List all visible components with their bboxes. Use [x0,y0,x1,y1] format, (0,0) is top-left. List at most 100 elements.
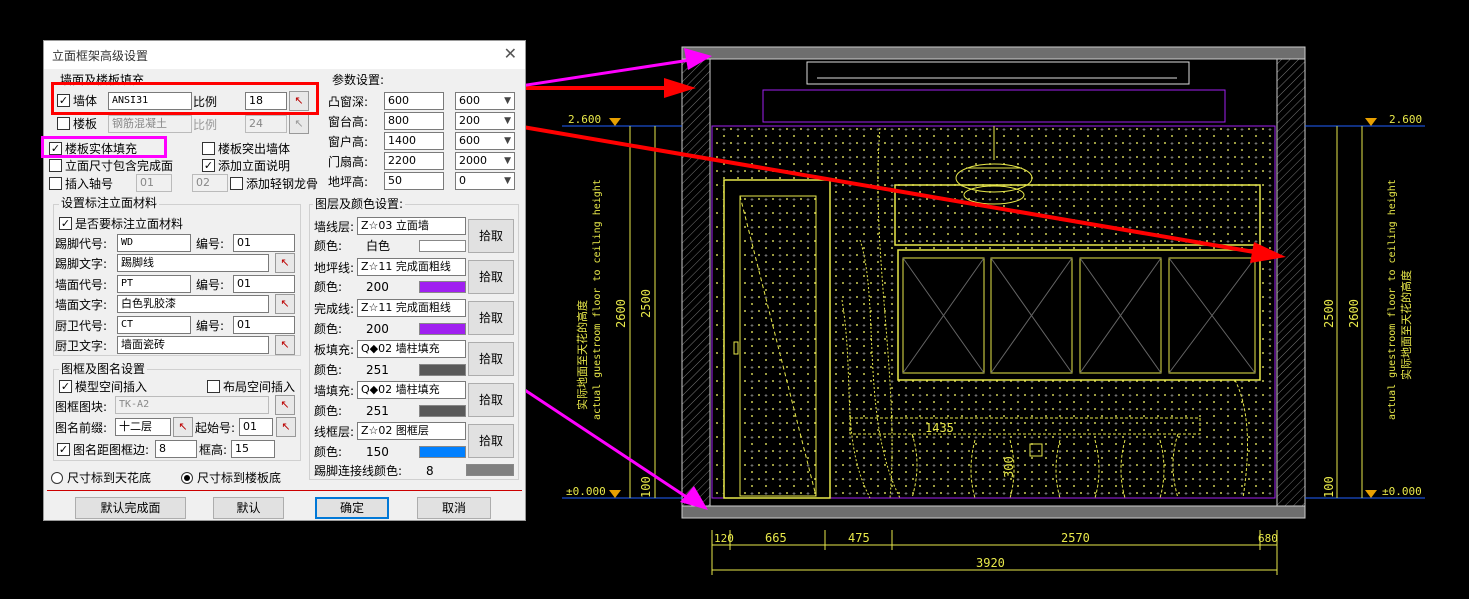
slab-checkbox[interactable] [57,117,70,130]
param-combo-4[interactable]: 0 ▼ [455,172,515,190]
pick-slab-hatch-icon[interactable]: ↖ [289,114,309,134]
kitchen-code-input[interactable]: CT [117,316,191,334]
layer-swatch-3[interactable] [419,364,466,376]
pick-baseboard-icon[interactable]: ↖ [275,253,295,273]
add-keel-label: 添加轻钢龙骨 [246,177,319,191]
wall-code-input[interactable]: PT [117,275,191,293]
bottom-dim-4: 2570 [1061,531,1090,545]
baseboard-text-input[interactable]: 踢脚线 [117,254,269,272]
cancel-button[interactable]: 取消 [417,497,491,519]
left-dim-outer: 2600 [614,299,628,328]
to-slab-radio[interactable] [181,472,193,484]
param-input-3[interactable]: 2200 [384,152,444,170]
slab-material-input[interactable]: 钢筋混凝土 [108,115,192,133]
pick-prefix-icon[interactable]: ↖ [173,417,193,437]
to-slab-label: 尺寸标到楼板底 [197,471,282,485]
wall-no-input[interactable]: 01 [233,275,295,293]
kitchen-no-input[interactable]: 01 [233,316,295,334]
axis-to-input[interactable]: 02 [192,174,228,192]
slab-protrude-checkbox[interactable] [202,142,215,155]
layer-input-1[interactable]: Z☆11 完成面粗线 [357,258,466,276]
pick-button-1[interactable]: 拾取 [468,260,514,294]
close-icon[interactable]: ✕ [504,44,517,63]
param-combo-3[interactable]: 2000 ▼ [455,152,515,170]
start-input[interactable]: 01 [239,418,273,436]
param-combo-2[interactable]: 600 ▼ [455,132,515,150]
to-ceiling-radio[interactable] [51,472,63,484]
layer-swatch-2[interactable] [419,323,466,335]
pick-button-2[interactable]: 拾取 [468,301,514,335]
layer-label-4: 墙填充: [314,384,355,398]
baseboard-color-swatch[interactable] [466,464,514,476]
param-label-4: 地坪高: [328,175,369,189]
model-space-checkbox[interactable]: ✓ [59,380,72,393]
layout-space-checkbox[interactable] [207,380,220,393]
chevron-down-icon: ▼ [504,116,511,126]
layer-input-5[interactable]: Z☆02 图框层 [357,422,466,440]
layers-title: 图层及颜色设置: [313,197,406,211]
pick-wall-text-icon[interactable]: ↖ [275,294,295,314]
param-input-0[interactable]: 600 [384,92,444,110]
frame-block-input[interactable]: TK-A2 [115,396,269,414]
left-note-en: actual guestroom floor to ceiling height [592,179,603,420]
default-button[interactable]: 默认 [213,497,284,519]
layer-color-label-0: 颜色: [314,239,343,253]
slab-ratio-input[interactable]: 24 [245,115,287,133]
include-finish-checkbox[interactable] [49,159,62,172]
pick-start-icon[interactable]: ↖ [276,417,296,437]
layer-input-4[interactable]: Q◆02 墙柱填充 [357,381,466,399]
prefix-input[interactable]: 十二层 [115,418,171,436]
pick-kitchen-icon[interactable]: ↖ [275,335,295,355]
layer-swatch-1[interactable] [419,281,466,293]
default-finish-button[interactable]: 默认完成面 [75,497,186,519]
param-input-2[interactable]: 1400 [384,132,444,150]
mark-material-label: 是否要标注立面材料 [75,217,184,231]
layer-color-label-1: 颜色: [314,280,343,294]
ok-button[interactable]: 确定 [315,497,389,519]
level-left-top: 2.600 [568,113,601,126]
baseboard-no-input[interactable]: 01 [233,234,295,252]
slab-ratio-label: 比例 [193,118,218,132]
material-title: 设置标注立面材料 [59,196,160,210]
pick-frame-block-icon[interactable]: ↖ [275,395,295,415]
baseboard-code-input[interactable]: WD [117,234,191,252]
kitchen-text-input[interactable]: 墙面瓷砖 [117,336,269,354]
param-input-4[interactable]: 50 [384,172,444,190]
layer-input-3[interactable]: Q◆02 墙柱填充 [357,340,466,358]
layer-input-2[interactable]: Z☆11 完成面粗线 [357,299,466,317]
param-input-1[interactable]: 800 [384,112,444,130]
chevron-down-icon: ▼ [504,176,511,186]
wall-text-input[interactable]: 白色乳胶漆 [117,295,269,313]
right-note-en: actual guestroom floor to ceiling height [1387,179,1398,420]
pick-button-5[interactable]: 拾取 [468,424,514,458]
pick-button-4[interactable]: 拾取 [468,383,514,417]
add-note-checkbox[interactable]: ✓ [202,159,215,172]
frame-block-label: 图框图块: [55,400,108,414]
margin-checkbox[interactable]: ✓ [57,443,70,456]
layer-color-label-2: 颜色: [314,322,343,336]
param-label-3: 门扇高: [328,155,369,169]
height-input[interactable]: 15 [231,440,275,458]
layer-color-1: 200 [366,280,389,294]
insert-axis-checkbox[interactable] [49,177,62,190]
layer-swatch-5[interactable] [419,446,466,458]
param-combo-1[interactable]: 200 ▼ [455,112,515,130]
wall-right [1276,58,1306,507]
layer-input-0[interactable]: Z☆03 立面墙 [357,217,466,235]
center-dim2: 300 [1002,456,1016,478]
layer-label-1: 地坪线: [314,261,355,275]
mark-material-checkbox[interactable]: ✓ [59,217,72,230]
layer-swatch-4[interactable] [419,405,466,417]
chevron-down-icon: ▼ [504,96,511,106]
axis-from-input[interactable]: 01 [136,174,172,192]
param-combo-0[interactable]: 600 ▼ [455,92,515,110]
prefix-label: 图名前缀: [55,421,108,435]
pick-button-0[interactable]: 拾取 [468,219,514,253]
insert-axis-label: 插入轴号 [65,177,114,191]
param-combo-4-value: 0 [459,174,466,187]
layer-swatch-0[interactable] [419,240,466,252]
margin-input[interactable]: 8 [155,440,197,458]
add-keel-checkbox[interactable] [230,177,243,190]
pick-button-3[interactable]: 拾取 [468,342,514,376]
layer-color-3: 251 [366,363,389,377]
